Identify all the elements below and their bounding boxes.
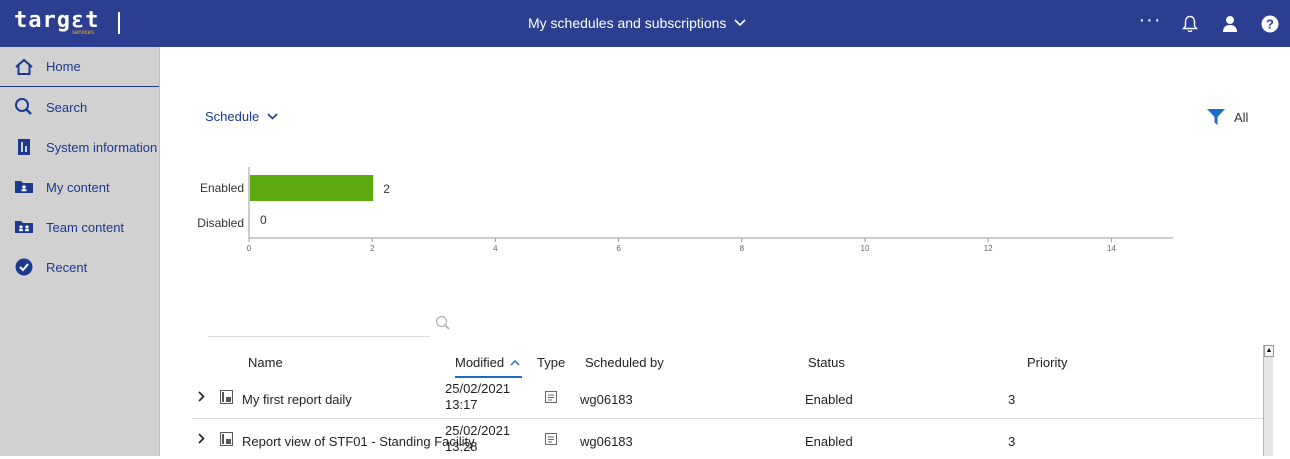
sidebar-item-label: My content [46,179,110,195]
chart-tick-label: 4 [493,244,498,253]
column-header-status[interactable]: Status [808,355,845,370]
row-modified-time: 13:17 [445,397,478,412]
help-button[interactable]: ? [1250,0,1290,47]
folder-user-icon [14,177,34,197]
svg-text:?: ? [1266,16,1274,31]
row-name[interactable]: Report view of STF01 - Standing Facility [242,434,475,449]
chevron-down-icon [267,113,278,120]
top-bar: targεt services My schedules and subscri… [0,0,1290,47]
row-priority: 3 [1008,392,1016,407]
sidebar-item-label: System information [46,139,158,155]
chart-tick-label: 2 [369,244,375,253]
table-search-input[interactable] [208,336,430,337]
logo-subtext: services [72,30,95,36]
filter-icon [1207,109,1225,125]
chart-bar[interactable] [250,175,374,201]
clock-check-icon [14,257,34,277]
chart-tick-label: 12 [983,244,993,253]
chart-tick-label: 0 [246,244,252,253]
filter-label: All [1234,109,1249,125]
folder-team-icon [14,217,34,237]
row-modified-date: 25/02/2021 [445,423,511,438]
chart-tick-label: 14 [1106,244,1116,253]
user-icon [1223,15,1237,32]
search-icon[interactable] [435,315,451,336]
chart-value-label: 2 [383,182,390,196]
row-name[interactable]: My first report daily [242,392,352,407]
more-dots-icon: ··· [1138,8,1162,31]
chart-tick-label: 8 [739,244,745,253]
status-chart: Enabled Disabled 0 2 4 6 8 10 12 14 2 0 [160,167,1290,277]
row-modified-date: 25/02/2021 [445,381,511,396]
target-logo[interactable]: targεt services [14,8,124,40]
column-header-label: Modified [455,355,505,370]
chart-tick-label: 6 [616,244,621,253]
sidebar-item-search[interactable]: Search [0,87,160,127]
notifications-button[interactable] [1170,0,1210,47]
sidebar-item-recent[interactable]: Recent [0,247,160,287]
report-icon [220,390,233,404]
row-scheduled-by: wg06183 [580,392,633,407]
chevron-right-icon[interactable] [198,391,205,402]
sidebar-item-label: Search [46,99,88,115]
schedule-type-icon [545,433,557,445]
report-icon [220,432,233,446]
chevron-down-icon [734,19,747,27]
user-profile-button[interactable] [1210,0,1250,47]
page-title-menu[interactable]: My schedules and subscriptions [528,15,747,31]
chart-plot [248,167,1173,242]
row-modified-time: 13:28 [445,439,478,454]
filter-button[interactable]: All [1206,107,1248,127]
more-options-button[interactable]: ··· [1130,0,1170,47]
vertical-scrollbar[interactable]: ▲ [1263,345,1274,456]
sidebar: Home Search System information My conten… [0,47,160,456]
row-status: Enabled [805,392,853,407]
row-status: Enabled [805,434,853,449]
table-row[interactable]: Report view of STF01 - Standing Facility… [192,419,1270,459]
table-row[interactable]: My first report daily 25/02/2021 13:17 w… [192,377,1270,417]
chart-tick-label: 10 [860,244,870,253]
column-header-priority[interactable]: Priority [1027,355,1067,370]
sidebar-item-label: Recent [46,259,88,275]
sidebar-item-system-information[interactable]: System information [0,127,160,167]
sidebar-item-team-content[interactable]: Team content [0,207,160,247]
sort-ascending-icon [510,359,520,366]
schedule-dropdown-label: Schedule [205,109,260,124]
scroll-up-arrow[interactable]: ▲ [1264,345,1274,357]
main-content: Schedule All Enabled Disabled 0 2 4 6 8 10 12 1… [160,47,1290,456]
logo-divider [118,12,120,34]
column-header-type[interactable]: Type [537,355,565,370]
column-header-scheduled-by[interactable]: Scheduled by [585,355,664,370]
search-icon [14,97,34,117]
page-title: My schedules and subscriptions [528,15,727,31]
schedule-dropdown[interactable]: Schedule [205,109,278,124]
sidebar-item-label: Team content [46,219,125,235]
bell-icon [1182,15,1198,32]
building-icon [14,137,34,157]
column-header-modified[interactable]: Modified [455,355,523,378]
row-scheduled-by: wg06183 [580,434,633,449]
home-icon [14,57,34,77]
schedule-type-icon [545,391,557,403]
sidebar-item-my-content[interactable]: My content [0,167,160,207]
column-header-name[interactable]: Name [248,355,283,370]
row-priority: 3 [1008,434,1016,449]
sidebar-item-home[interactable]: Home [0,47,160,87]
chevron-right-icon[interactable] [198,433,205,444]
chart-value-label: 0 [260,213,267,227]
help-icon: ? [1261,15,1279,32]
sidebar-item-label: Home [46,59,81,74]
